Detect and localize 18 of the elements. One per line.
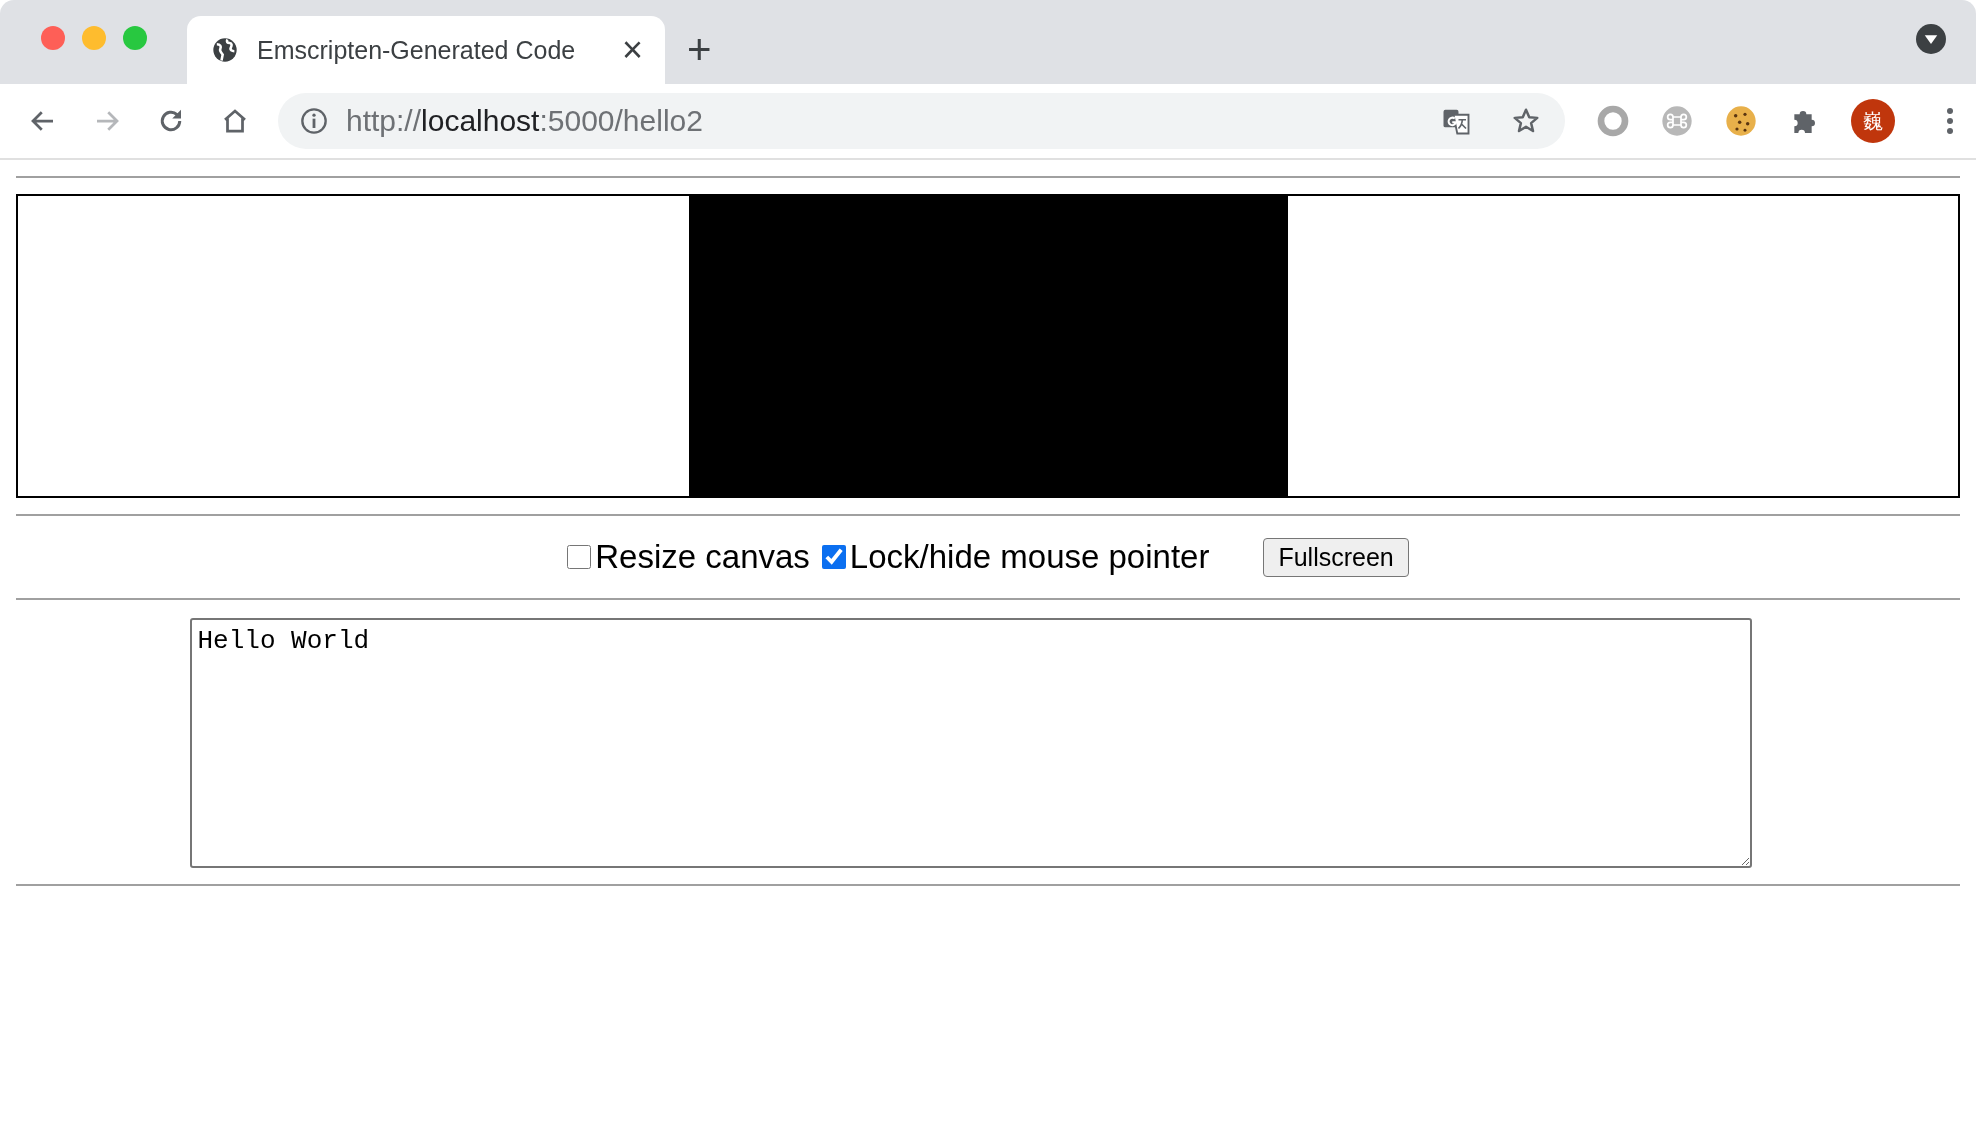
tab-title: Emscripten-Generated Code [257,35,577,65]
fullscreen-button[interactable]: Fullscreen [1263,537,1409,577]
checkbox-label: Lock/hide mouse pointer [849,538,1210,576]
globe-icon [211,36,239,64]
menu-icon[interactable] [1945,106,1955,136]
url-text: http://localhost:5000/hello2 [346,104,703,138]
address-bar[interactable]: http://localhost:5000/hello2 [278,93,1565,149]
browser-tab[interactable]: Emscripten-Generated Code × [187,16,665,84]
new-tab-button[interactable]: + [687,16,712,84]
output-text-area[interactable]: Hello World [189,618,1752,868]
checkbox-label: Resize canvas [595,538,810,576]
cookie-icon[interactable] [1725,105,1757,137]
tab-search-icon[interactable] [1916,24,1946,54]
checkbox[interactable] [821,545,846,569]
checkbox[interactable] [567,545,592,569]
tab-close-button[interactable]: × [621,32,643,68]
profile-avatar[interactable]: 巍 [1851,99,1895,143]
info-icon [300,107,328,135]
